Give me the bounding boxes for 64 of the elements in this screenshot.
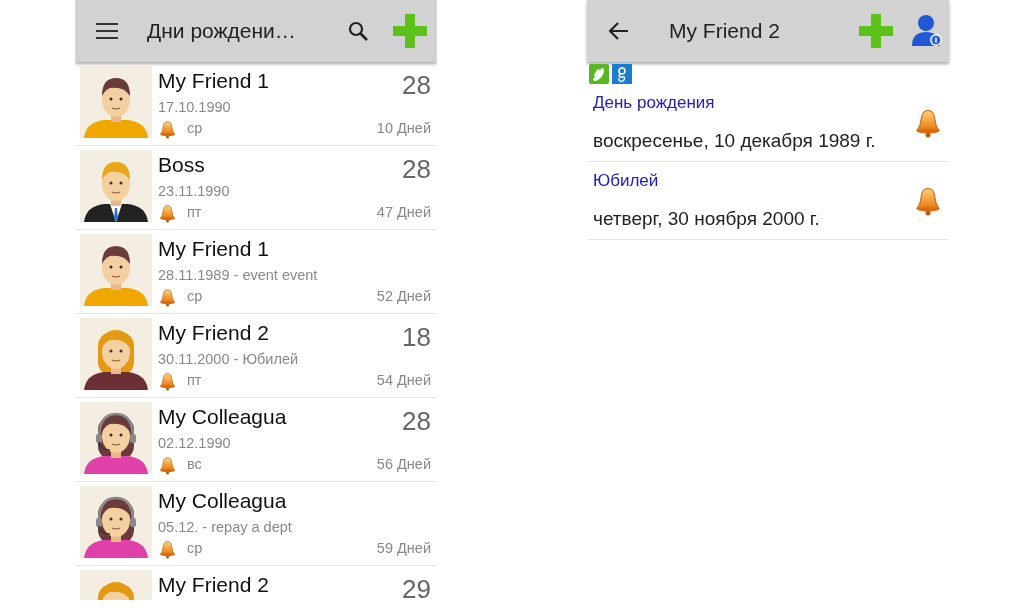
contact-name: My Colleagua — [158, 488, 287, 514]
contact-name: My Friend 2 — [158, 572, 269, 598]
contact-row[interactable]: My Colleagua 28 02.12.1990 вс 56 Дней — [75, 398, 437, 482]
days-left: 52 Дней — [376, 287, 431, 307]
event-date: 17.10.1990 — [158, 98, 232, 117]
avatar-drawing — [80, 234, 152, 306]
event-date: воскресенье, 10 декабря 1989 г. — [593, 129, 877, 153]
screen-title: My Friend 2 — [669, 18, 780, 45]
bell-icon — [158, 287, 177, 307]
bell-icon — [158, 119, 177, 139]
age-label: 28 — [402, 405, 431, 438]
weekday-label: вс — [187, 455, 202, 475]
contact-name: Boss — [158, 152, 205, 178]
bell-icon — [913, 107, 943, 138]
event-date: 02.12.1990 — [158, 434, 232, 453]
contact-name: My Friend 2 — [158, 320, 269, 346]
event-row[interactable]: Юбилей четверг, 30 ноября 2000 г. — [587, 162, 949, 240]
age-label: 28 — [402, 69, 431, 102]
contact-row[interactable]: My Colleagua 05.12. - repay a dept ср 59 Дней — [75, 482, 437, 566]
contact-info-icon[interactable] — [911, 14, 943, 48]
avatar-drawing — [80, 486, 152, 558]
bell-icon — [158, 371, 177, 391]
weekday-label: ср — [187, 287, 203, 307]
bell-icon — [158, 455, 177, 475]
weekday-label: пт — [187, 203, 202, 223]
google-icon[interactable] — [612, 64, 632, 84]
contact-row[interactable]: My Friend 2 29 — [75, 566, 437, 600]
age-label: 29 — [402, 573, 431, 600]
back-arrow-icon[interactable] — [609, 22, 629, 40]
search-icon[interactable] — [348, 21, 368, 41]
contact-row[interactable]: My Friend 1 28 17.10.1990 ср 10 Дней — [75, 62, 437, 146]
avatar-drawing — [80, 402, 152, 474]
weekday-label: ср — [187, 119, 203, 139]
event-date: 30.11.2000 - Юбилей — [158, 350, 300, 369]
event-label: Юбилей — [593, 170, 660, 192]
avatar-drawing — [80, 66, 152, 138]
event-date: 28.11.1989 - event event — [158, 266, 319, 285]
days-left: 47 Дней — [376, 203, 431, 223]
screen-title: Дни рождени… — [147, 18, 296, 45]
avatar-drawing — [80, 318, 152, 390]
weekday-label: пт — [187, 371, 202, 391]
event-label: День рождения — [593, 92, 716, 114]
bell-icon — [158, 203, 177, 223]
event-date: 23.11.1990 — [158, 182, 231, 201]
contact-row[interactable]: My Friend 1 28.11.1989 - event event ср 52 Дней — [75, 230, 437, 314]
menu-icon[interactable] — [96, 23, 118, 39]
age-label: 28 — [402, 153, 431, 186]
contact-name: My Colleagua — [158, 404, 287, 430]
days-left: 10 Дней — [376, 119, 431, 139]
avatar-drawing — [80, 150, 152, 222]
event-date: 05.12. - repay a dept — [158, 518, 293, 537]
event-date: четверг, 30 ноября 2000 г. — [593, 207, 821, 231]
contact-name: My Friend 1 — [158, 236, 269, 262]
bell-icon — [158, 539, 177, 559]
contact-row[interactable]: Boss 28 23.11.1990 пт 47 Дней — [75, 146, 437, 230]
days-left: 56 Дней — [376, 455, 431, 475]
event-row[interactable]: День рождения воскресенье, 10 декабря 1989 г. — [587, 84, 949, 162]
days-left: 54 Дней — [376, 371, 431, 391]
age-label: 18 — [402, 321, 431, 354]
bell-icon — [913, 185, 943, 216]
weekday-label: ср — [187, 539, 203, 559]
contact-row[interactable]: My Friend 2 18 30.11.2000 - Юбилей пт 54 Дней — [75, 314, 437, 398]
days-left: 59 Дней — [376, 539, 431, 559]
contact-name: My Friend 1 — [158, 68, 269, 94]
